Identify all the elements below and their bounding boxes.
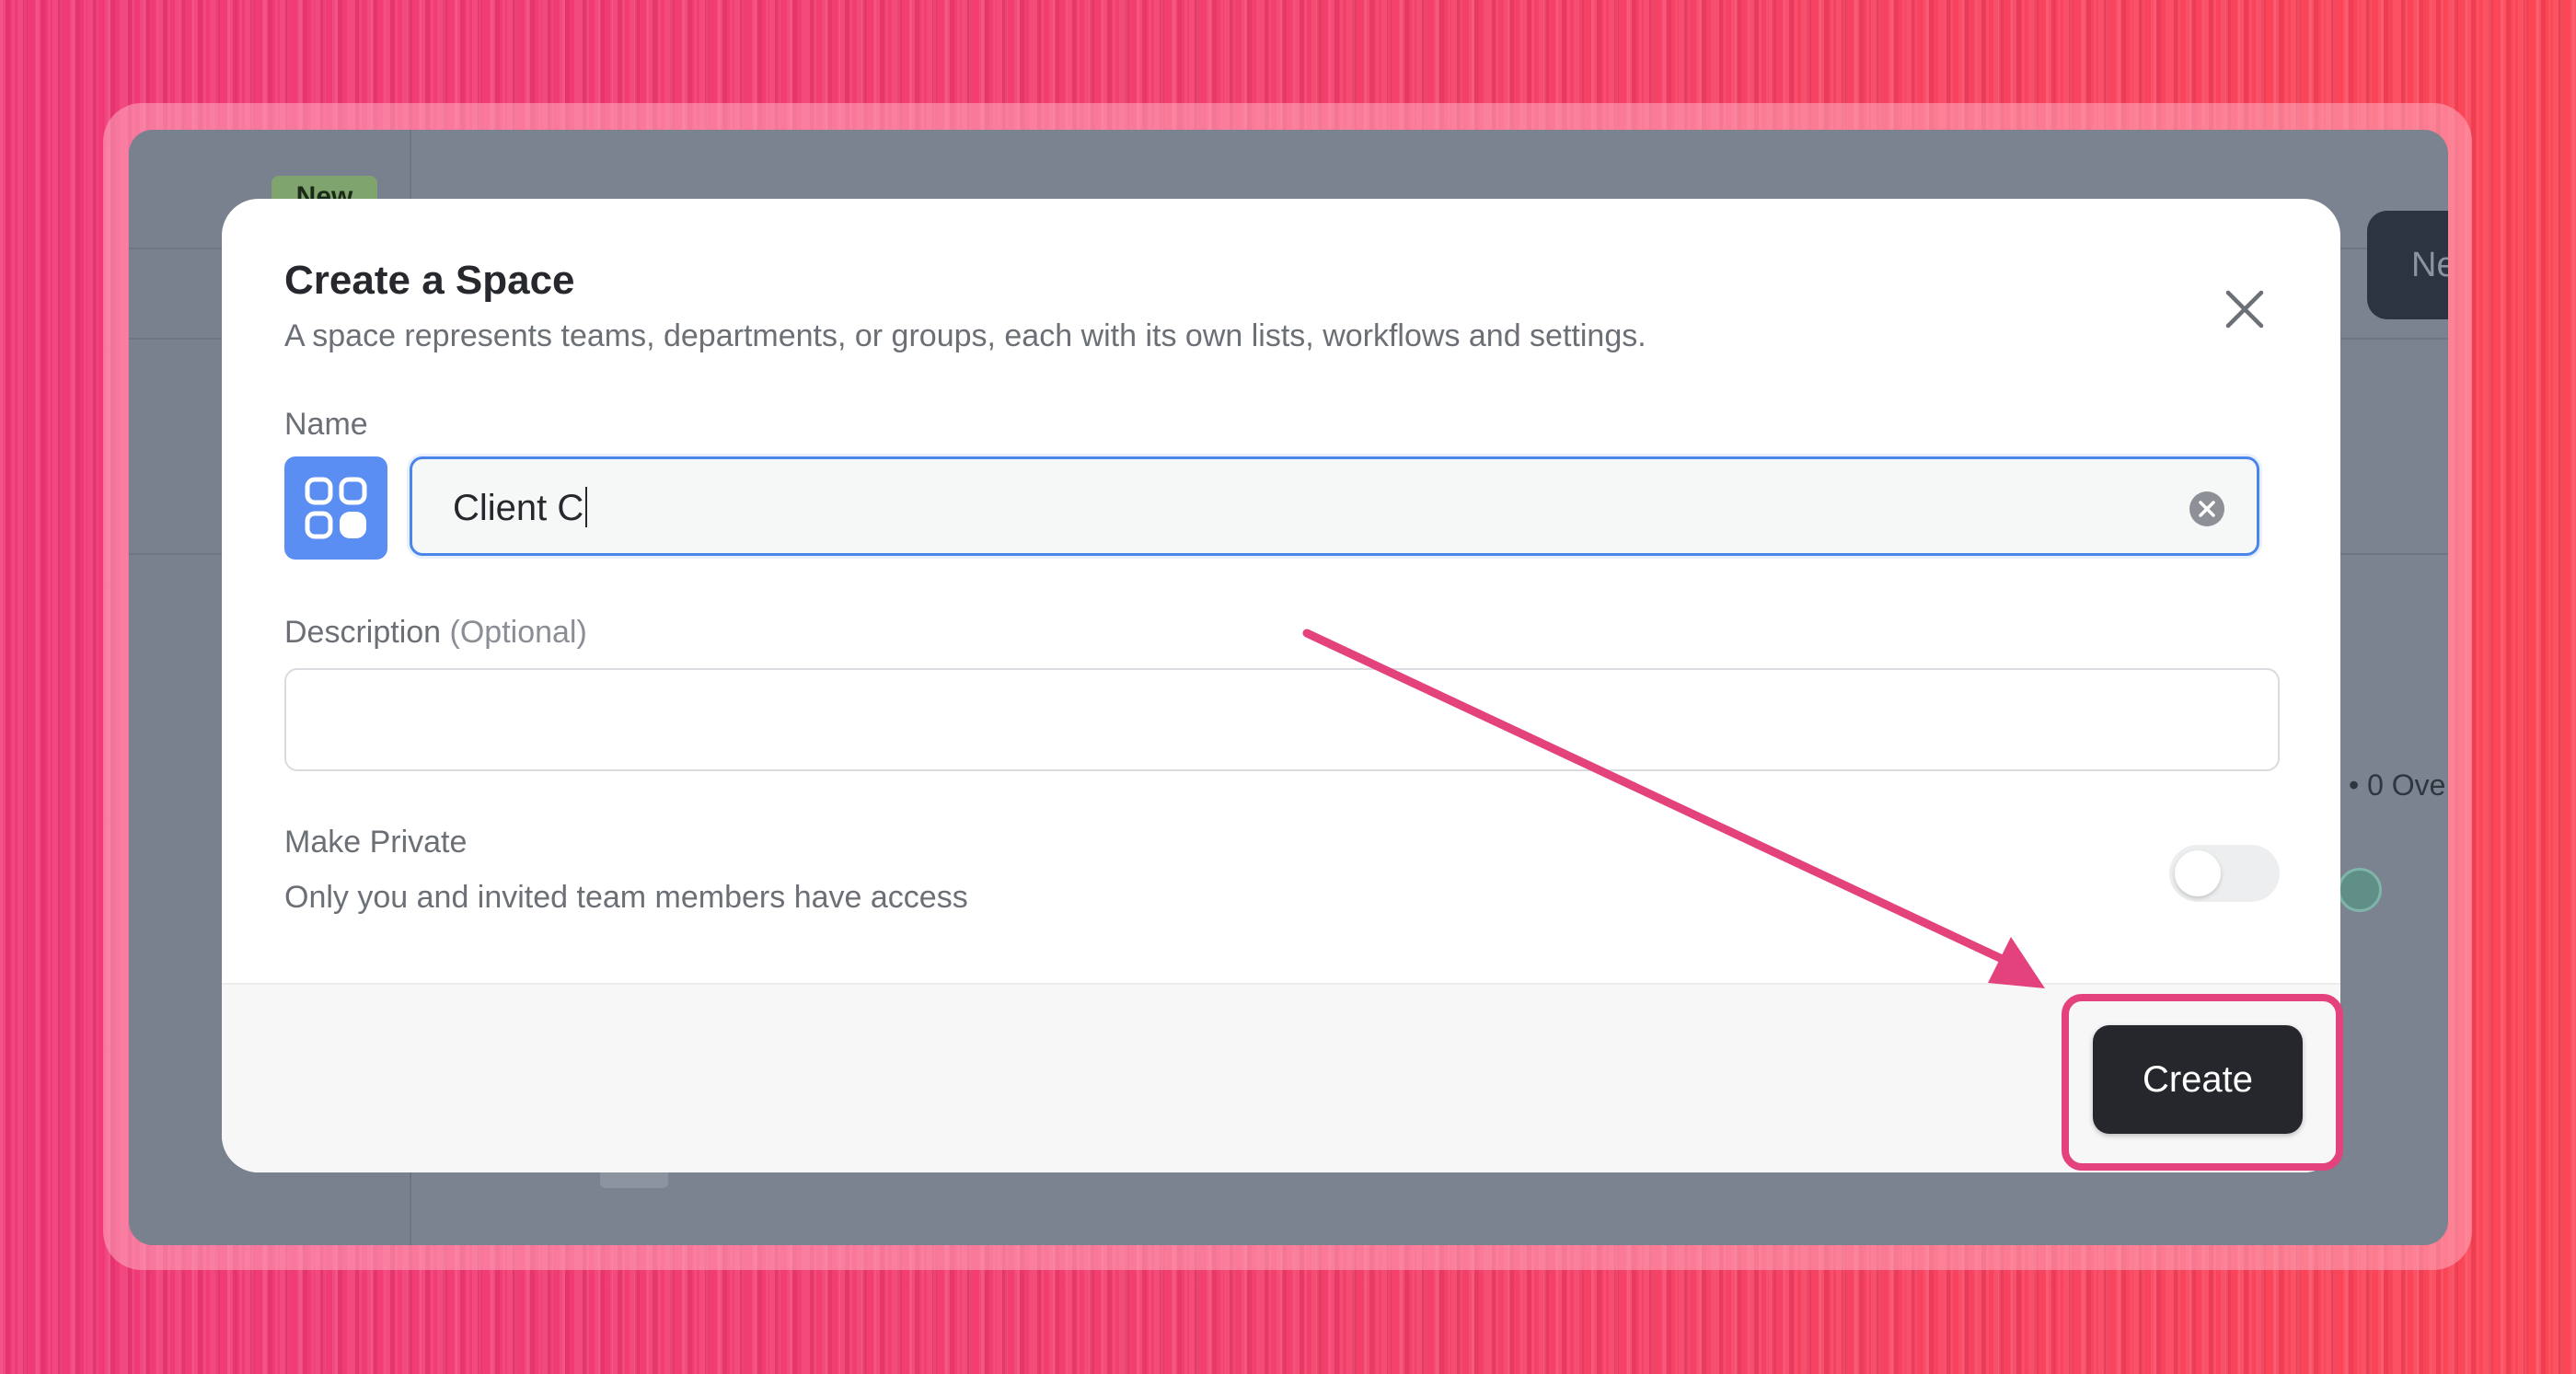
make-private-subtitle: Only you and invited team members have a… xyxy=(284,880,968,915)
dialog-title: Create a Space xyxy=(284,258,575,303)
description-label: Description (Optional) xyxy=(284,615,587,651)
make-private-title: Make Private xyxy=(284,825,468,860)
dialog-footer xyxy=(222,983,2340,1172)
space-name-input[interactable]: Client C xyxy=(410,456,2259,556)
clear-input-icon xyxy=(2189,491,2224,526)
dialog-subtitle: A space represents teams, departments, o… xyxy=(284,318,1646,353)
clear-input-button[interactable] xyxy=(2189,491,2225,527)
background-avatar xyxy=(2338,868,2382,912)
space-name-value: Client C xyxy=(453,487,587,529)
background-overdue-text: • 0 Ove xyxy=(2349,768,2446,802)
create-space-dialog: Create a Space A space represents teams,… xyxy=(222,199,2340,1172)
create-button[interactable]: Create xyxy=(2093,1025,2303,1134)
space-grid-icon xyxy=(305,477,367,539)
background-new-button: Ne xyxy=(2367,211,2448,319)
description-label-text: Description xyxy=(284,615,442,650)
description-input[interactable] xyxy=(284,668,2280,771)
close-button[interactable] xyxy=(2217,282,2272,337)
make-private-toggle[interactable] xyxy=(2169,845,2280,902)
toggle-knob xyxy=(2175,850,2221,896)
description-optional-text: (Optional) xyxy=(449,615,587,650)
space-icon-picker[interactable] xyxy=(284,456,387,560)
close-icon xyxy=(2225,290,2264,329)
name-label: Name xyxy=(284,407,368,442)
